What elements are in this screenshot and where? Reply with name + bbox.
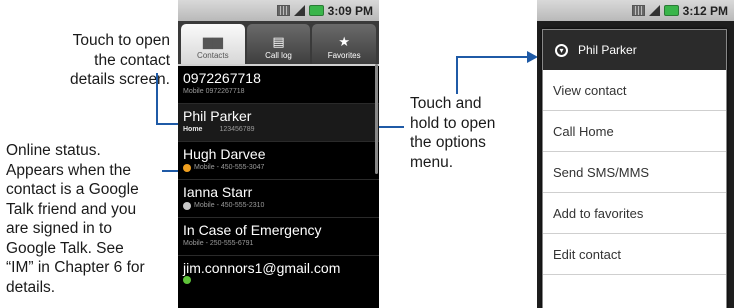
phone-options-menu-screen: 3:12 PM ▾ Phil Parker View contact Call … bbox=[537, 0, 734, 308]
contact-name: Phil Parker bbox=[183, 108, 252, 124]
contact-detail: Mobile - 450-555-3047 bbox=[194, 164, 265, 171]
connector-line bbox=[456, 57, 458, 94]
presence-away-icon bbox=[183, 163, 191, 172]
star-icon: ★ bbox=[338, 34, 350, 49]
contact-detail: Mobile - 450-555-2310 bbox=[194, 202, 265, 209]
contact-name: Hugh Darvee bbox=[183, 146, 266, 162]
presence-idle-icon bbox=[183, 201, 191, 210]
contact-detail: 123456789 bbox=[219, 126, 255, 133]
options-menu: ▾ Phil Parker View contact Call Home Sen… bbox=[542, 29, 727, 308]
scrollbar[interactable] bbox=[375, 64, 378, 174]
callout-online-status: Online status. Appears when the contact … bbox=[6, 141, 145, 297]
callout-line: Touch and bbox=[410, 95, 482, 112]
connector-line bbox=[456, 56, 528, 58]
callout-line: details screen. bbox=[70, 71, 170, 88]
network-icon bbox=[631, 5, 645, 16]
contact-name: 0972267718 bbox=[183, 70, 261, 86]
connector-line bbox=[156, 123, 179, 125]
contacts-icon: ▆▆ bbox=[202, 34, 223, 49]
status-bar: 3:12 PM bbox=[537, 0, 734, 21]
tab-label: Contacts bbox=[197, 51, 229, 60]
callout-options-menu: Touch and hold to open the options menu. bbox=[410, 94, 495, 172]
contact-row[interactable]: Hugh Darvee Mobile - 450-555-3047 bbox=[178, 142, 379, 180]
menu-item-call-home[interactable]: Call Home bbox=[543, 111, 726, 152]
contact-detail: Mobile 0972267718 bbox=[183, 88, 245, 95]
menu-title: Phil Parker bbox=[578, 43, 637, 57]
menu-item-edit-contact[interactable]: Edit contact bbox=[543, 234, 726, 275]
contact-menu-icon: ▾ bbox=[555, 43, 568, 57]
tab-contacts[interactable]: ▆▆ Contacts bbox=[181, 24, 245, 64]
callout-line: hold to open bbox=[410, 114, 496, 132]
call-log-icon: ▤ bbox=[272, 34, 285, 49]
tab-bar: ▆▆ Contacts ▤ Call log ★ Favorites bbox=[178, 21, 379, 66]
tab-favorites[interactable]: ★ Favorites bbox=[312, 24, 377, 64]
contact-name: Ianna Starr bbox=[183, 184, 253, 200]
callout-line: menu. bbox=[410, 153, 454, 171]
callout-line: Google Talk. See bbox=[6, 239, 124, 257]
presence-online-icon bbox=[183, 276, 191, 284]
menu-item-send-sms[interactable]: Send SMS/MMS bbox=[543, 152, 726, 193]
callout-open-details: Touch to open the contact details screen… bbox=[40, 31, 170, 90]
phone-contacts-screen: 3:09 PM ▆▆ Contacts ▤ Call log ★ Favorit… bbox=[178, 0, 379, 308]
contact-row[interactable]: Ianna Starr Mobile - 450-555-2310 bbox=[178, 180, 379, 218]
connector-line bbox=[156, 73, 158, 124]
contact-row[interactable]: jim.connors1@gmail.com bbox=[178, 256, 379, 293]
contact-detail-label: Home bbox=[183, 126, 203, 133]
battery-icon bbox=[663, 5, 679, 16]
callout-line: the contact bbox=[94, 51, 170, 69]
callout-line: the options bbox=[410, 134, 486, 151]
callout-line: details. bbox=[6, 278, 56, 296]
callout-line: are signed in to bbox=[6, 220, 112, 237]
battery-icon bbox=[308, 5, 324, 16]
clock: 3:12 PM bbox=[682, 3, 728, 18]
contact-detail: Mobile - 250-555-6791 bbox=[183, 240, 254, 247]
contact-row[interactable]: 0972267718 Mobile 0972267718 bbox=[178, 66, 379, 104]
contact-name: In Case of Emergency bbox=[183, 222, 322, 238]
callout-line: Touch to open bbox=[72, 32, 170, 49]
contact-row[interactable]: Phil Parker Home 123456789 bbox=[178, 104, 379, 142]
network-icon bbox=[276, 5, 290, 16]
menu-item-view-contact[interactable]: View contact bbox=[543, 70, 726, 111]
callout-line: Online status. bbox=[6, 142, 101, 159]
tab-call-log[interactable]: ▤ Call log bbox=[246, 24, 311, 64]
clock: 3:09 PM bbox=[327, 3, 373, 18]
signal-icon bbox=[293, 5, 305, 16]
callout-line: Appears when the bbox=[6, 161, 131, 179]
status-bar: 3:09 PM bbox=[178, 0, 379, 21]
tab-label: Favorites bbox=[327, 51, 361, 60]
callout-line: Talk friend and you bbox=[6, 200, 137, 218]
contact-name: jim.connors1@gmail.com bbox=[183, 260, 341, 276]
menu-header: ▾ Phil Parker bbox=[543, 30, 726, 70]
callout-line: contact is a Google bbox=[6, 181, 139, 198]
signal-icon bbox=[648, 5, 660, 16]
contact-row[interactable]: In Case of Emergency Mobile - 250-555-67… bbox=[178, 218, 379, 256]
callout-line: “IM” in Chapter 6 for bbox=[6, 259, 145, 276]
menu-item-add-favorites[interactable]: Add to favorites bbox=[543, 193, 726, 234]
tab-label: Call log bbox=[265, 51, 292, 60]
